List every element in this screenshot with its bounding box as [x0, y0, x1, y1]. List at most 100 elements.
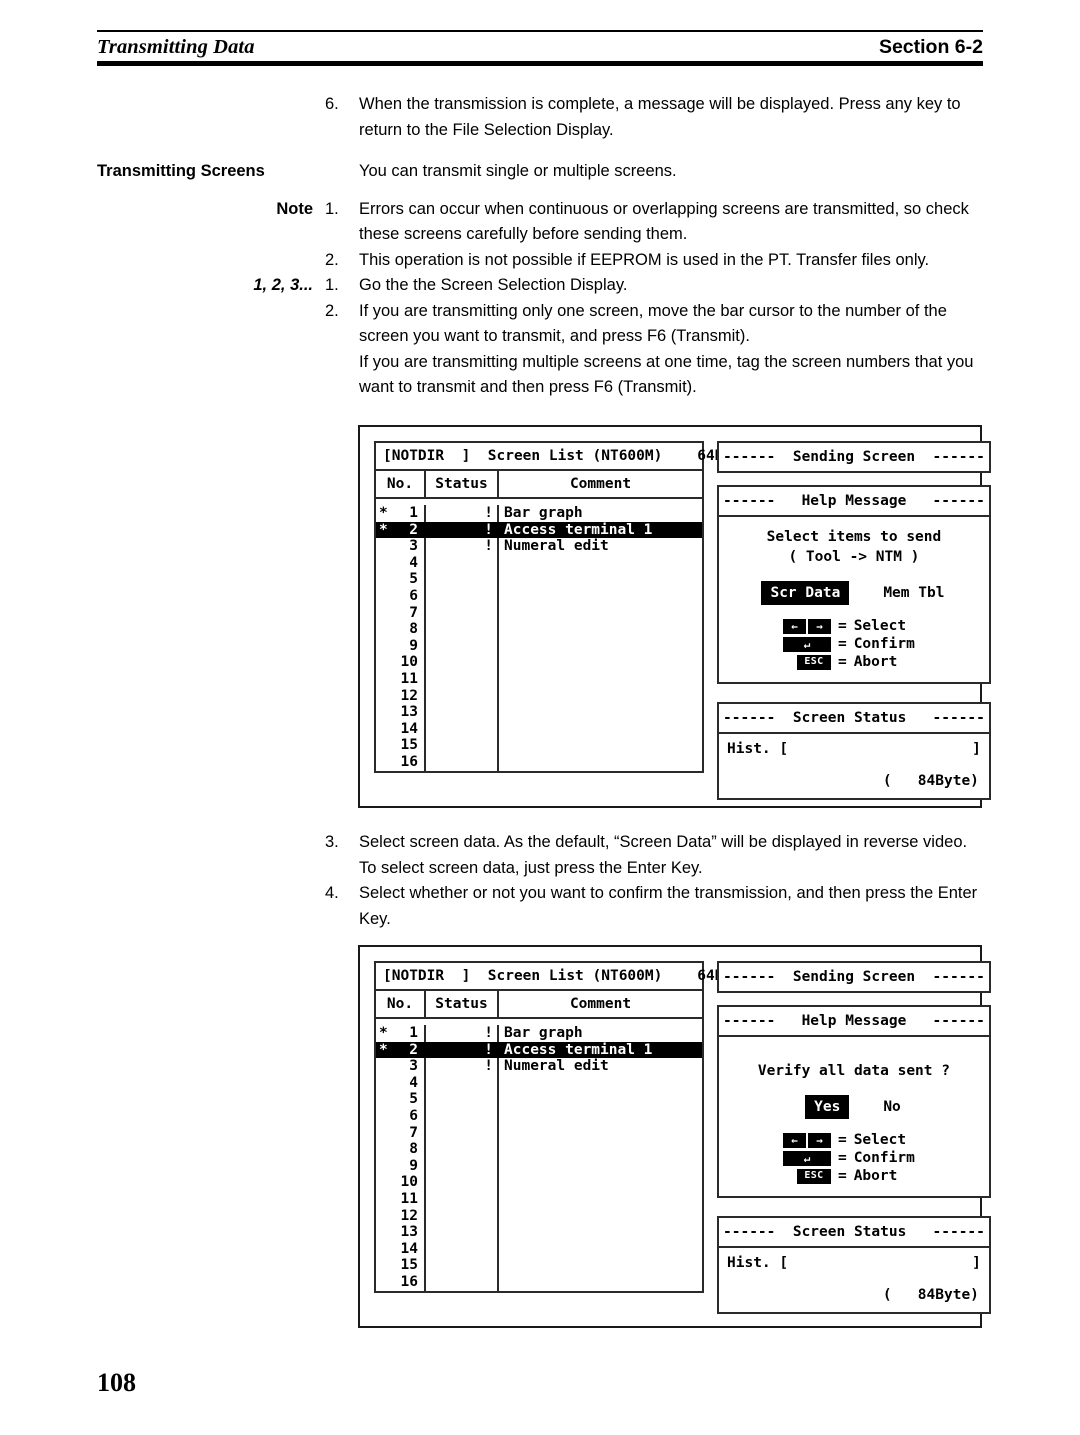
tag-asterisk-icon: [379, 555, 391, 572]
tag-asterisk-icon: [379, 1091, 391, 1108]
header-section-title: Transmitting Data: [97, 36, 255, 58]
key-legend-row-select-2: ← → = Select: [779, 1132, 929, 1148]
table-row[interactable]: 14: [376, 720, 702, 738]
table-row[interactable]: 14: [376, 1240, 702, 1258]
row-status-cell: [424, 554, 499, 572]
row-number: 8: [409, 621, 418, 638]
column-header-comment-2: Comment: [569, 996, 632, 1012]
row-number-cell: 8: [376, 1141, 424, 1158]
tag-asterisk-icon: [379, 1141, 391, 1158]
table-row[interactable]: 15: [376, 1257, 702, 1274]
table-row[interactable]: 12: [376, 1207, 702, 1225]
column-header-no-2: No.: [386, 996, 414, 1012]
table-row[interactable]: 15: [376, 737, 702, 754]
key-equals-select-2: =: [837, 1132, 847, 1148]
table-row[interactable]: * 2! Access terminal 1: [376, 521, 702, 539]
table-row[interactable]: 10: [376, 1174, 702, 1191]
row-number-cell: 14: [376, 721, 424, 738]
row-number-cell: 3: [376, 538, 424, 555]
table-row[interactable]: 7: [376, 1124, 702, 1142]
row-number: 12: [400, 687, 418, 704]
row-comment-cell: [499, 1158, 702, 1175]
verify-choices: Yes No: [727, 1095, 981, 1119]
row-comment-cell: [499, 654, 702, 671]
esc-key-group-1: ESC: [779, 654, 831, 670]
esc-key-icon-2: ESC: [796, 1168, 831, 1184]
table-row[interactable]: 8: [376, 621, 702, 638]
row-number-cell: 16: [376, 754, 424, 771]
choice-mem-tbl[interactable]: Mem Tbl: [881, 581, 946, 605]
side-panels-region-2: ------ Sending Screen ------ ------ Help…: [717, 961, 991, 1326]
screen-list-region: [NOTDIR ] Screen List (NT600M) 64KB No. …: [374, 441, 732, 806]
note-1-block: Note 1. Errors can occur when continuous…: [97, 197, 983, 248]
table-row[interactable]: 13: [376, 1224, 702, 1241]
table-row[interactable]: 6: [376, 1107, 702, 1125]
table-row[interactable]: 16: [376, 1273, 702, 1291]
key-legend-2: ← → = Select ↵ = Confirm ESC = Abort: [727, 1132, 981, 1184]
table-row[interactable]: * 1! Bar graph: [376, 505, 702, 522]
tag-asterisk-icon: [379, 688, 391, 705]
table-row[interactable]: 7: [376, 604, 702, 622]
row-status-cell: [424, 571, 499, 588]
step-3-block: 3. Select screen data. As the default, “…: [97, 830, 983, 881]
screen-status-bytes-2: ( 84Byte): [882, 1287, 979, 1303]
help-message-body-2: Verify all data sent ? Yes No ← → = Sele…: [719, 1037, 989, 1196]
table-row[interactable]: 3! Numeral edit: [376, 1058, 702, 1075]
table-row[interactable]: 10: [376, 654, 702, 671]
table-row[interactable]: 16: [376, 753, 702, 771]
help-message-panel-1: ------ Help Message ------ Select items …: [717, 485, 991, 684]
table-row[interactable]: 5: [376, 1091, 702, 1108]
row-number-cell: 13: [376, 1224, 424, 1241]
note-1-number: 1.: [325, 199, 339, 218]
row-status-cell: [424, 654, 499, 671]
tag-asterisk-icon: [379, 1058, 391, 1075]
table-row[interactable]: * 2! Access terminal 1: [376, 1041, 702, 1059]
tag-asterisk-icon: [379, 704, 391, 721]
table-row[interactable]: 8: [376, 1141, 702, 1158]
table-row[interactable]: 12: [376, 687, 702, 705]
table-row[interactable]: * 1! Bar graph: [376, 1025, 702, 1042]
row-comment-cell: [499, 621, 702, 638]
table-row[interactable]: 13: [376, 704, 702, 721]
row-comment-cell: [499, 1174, 702, 1191]
row-number: 3: [409, 538, 418, 555]
row-number: 1: [409, 505, 418, 521]
row-comment-cell: [499, 1141, 702, 1158]
table-row[interactable]: 6: [376, 587, 702, 605]
row-comment-cell: [499, 671, 702, 688]
choice-no[interactable]: No: [881, 1095, 902, 1119]
note-2-block: 2. This operation is not possible if EEP…: [97, 248, 983, 274]
table-row[interactable]: 11: [376, 670, 702, 688]
row-comment-cell: [499, 571, 702, 588]
row-status-cell: [424, 621, 499, 638]
table-row[interactable]: 4: [376, 554, 702, 572]
note-2-text: This operation is not possible if EEPROM…: [359, 250, 930, 269]
row-comment-cell: [499, 1257, 702, 1274]
table-row[interactable]: 11: [376, 1190, 702, 1208]
enter-key-icon-1: ↵: [782, 636, 831, 652]
table-row[interactable]: 5: [376, 571, 702, 588]
transmitting-screens-block: Transmitting Screens You can transmit si…: [97, 159, 983, 185]
row-status-cell: [424, 587, 499, 605]
row-number: 3: [409, 1058, 418, 1075]
choice-yes[interactable]: Yes: [805, 1095, 850, 1119]
key-label-select-1: Select: [853, 618, 907, 634]
choice-scr-data[interactable]: Scr Data: [761, 581, 850, 605]
table-row[interactable]: 9: [376, 637, 702, 655]
row-status-cell: !: [424, 505, 499, 522]
row-number: 11: [400, 670, 418, 687]
tag-asterisk-icon: *: [379, 505, 388, 521]
row-number: 6: [409, 587, 418, 604]
table-row[interactable]: 3! Numeral edit: [376, 538, 702, 555]
row-comment-cell: [499, 754, 702, 771]
row-number: 16: [400, 753, 418, 770]
row-number: 14: [400, 720, 418, 737]
table-row[interactable]: 9: [376, 1157, 702, 1175]
screen-list-panel: [NOTDIR ] Screen List (NT600M) 64KB No. …: [374, 441, 732, 773]
row-number: 5: [409, 571, 418, 588]
table-row[interactable]: 4: [376, 1074, 702, 1092]
row-number-cell: 13: [376, 704, 424, 721]
note-1-text: Errors can occur when continuous or over…: [359, 199, 969, 244]
screen-list-body-2: * 1! Bar graph * 2! Access terminal 1 3! Numer…: [376, 1019, 702, 1291]
row-number-cell: 9: [376, 638, 424, 655]
